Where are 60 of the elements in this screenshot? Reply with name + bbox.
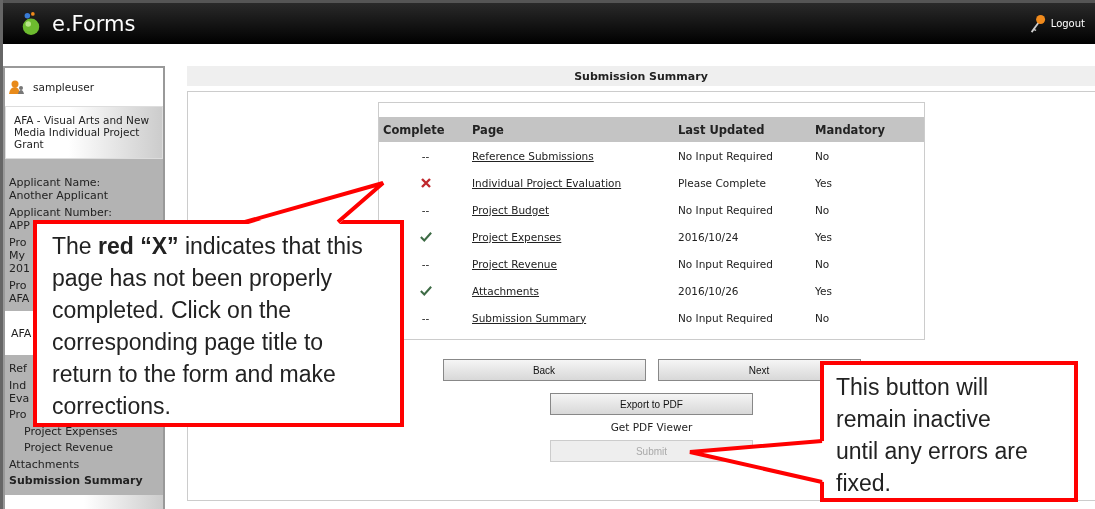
info-value: Another Applicant [9, 189, 108, 202]
page-link[interactable]: Individual Project Evaluation [472, 176, 622, 189]
page-link[interactable]: Submission Summary [472, 311, 587, 324]
viewer-link[interactable]: Get PDF Viewer [610, 421, 693, 433]
info-value: My [9, 249, 25, 262]
info-label: Pro [9, 236, 27, 249]
export-button[interactable]: Export to PDF [550, 393, 753, 415]
logo-icon [20, 10, 42, 37]
app-title: e.Forms [52, 11, 136, 36]
info-value: AFA [9, 292, 30, 305]
form-title: AFA - Visual Arts and New Media Individual Project Grant [14, 114, 149, 150]
table-cell-text: No [815, 257, 831, 270]
table-cell: -- [421, 257, 430, 270]
page-link[interactable]: Project Budget [472, 203, 550, 216]
table-cell-text: 2016/10/26 [678, 284, 740, 297]
table-cell-text: No Input Required [678, 149, 774, 162]
column-header: Mandatory [815, 122, 886, 137]
table-cell: -- [421, 149, 430, 162]
table-cell-text: No [815, 203, 831, 216]
nav-button[interactable]: Back [442, 359, 646, 381]
user-name: sampleuser [33, 81, 95, 93]
info-label: Applicant Number: [9, 206, 112, 219]
table-cell-text: No [815, 149, 831, 162]
table-cell-text: No Input Required [678, 203, 774, 216]
page-link[interactable]: Project Revenue [472, 257, 557, 270]
checkmark-icon [419, 284, 432, 297]
table-cell-text: No Input Required [678, 257, 774, 270]
table-cell-text: 2016/10/24 [678, 230, 740, 243]
table-cell-text: Yes [815, 284, 833, 297]
nav-link[interactable]: Project Revenue [9, 441, 114, 454]
user-icon [9, 80, 25, 94]
nav-link[interactable]: Attachments [9, 457, 80, 471]
nav-link[interactable]: Ref [9, 362, 27, 375]
table-cell: -- [421, 311, 430, 324]
page-link[interactable]: Reference Submissions [472, 149, 594, 162]
column-header: Complete [382, 122, 446, 137]
page-link[interactable]: Attachments [472, 284, 540, 297]
column-header: Page [472, 122, 505, 137]
nav-link[interactable]: Pro [9, 408, 27, 421]
cross-icon [419, 176, 432, 189]
section-title: AFA [11, 326, 32, 340]
table-cell-text: Please Complete [678, 176, 767, 189]
table-cell-text: No Input Required [678, 311, 774, 324]
page-title: Submission Summary [574, 69, 708, 83]
table-cell-text: No [815, 311, 831, 324]
logout-link[interactable]: Logout [1050, 18, 1085, 29]
info-label: Applicant Name: [9, 176, 101, 189]
info-value: 201 [9, 262, 30, 275]
info-value: APP [9, 219, 30, 232]
table-cell: -- [421, 203, 430, 216]
nav-link[interactable]: Submission Summary [9, 474, 143, 487]
table-cell-text: Yes [815, 230, 833, 243]
column-header: Last Updated [678, 122, 766, 137]
page-link[interactable]: Project Expenses [472, 230, 562, 243]
nav-link[interactable]: Project Expenses [9, 424, 118, 438]
table-cell-text: Yes [815, 176, 833, 189]
checkmark-icon [419, 230, 432, 243]
callout-text: The red “X” indicates that this page has not been properly completed. Click on the corresponding page title to return to the form and make corrections. [52, 232, 364, 421]
nav-link[interactable]: Ind Eva [9, 378, 30, 405]
info-label: Pro [9, 279, 27, 292]
